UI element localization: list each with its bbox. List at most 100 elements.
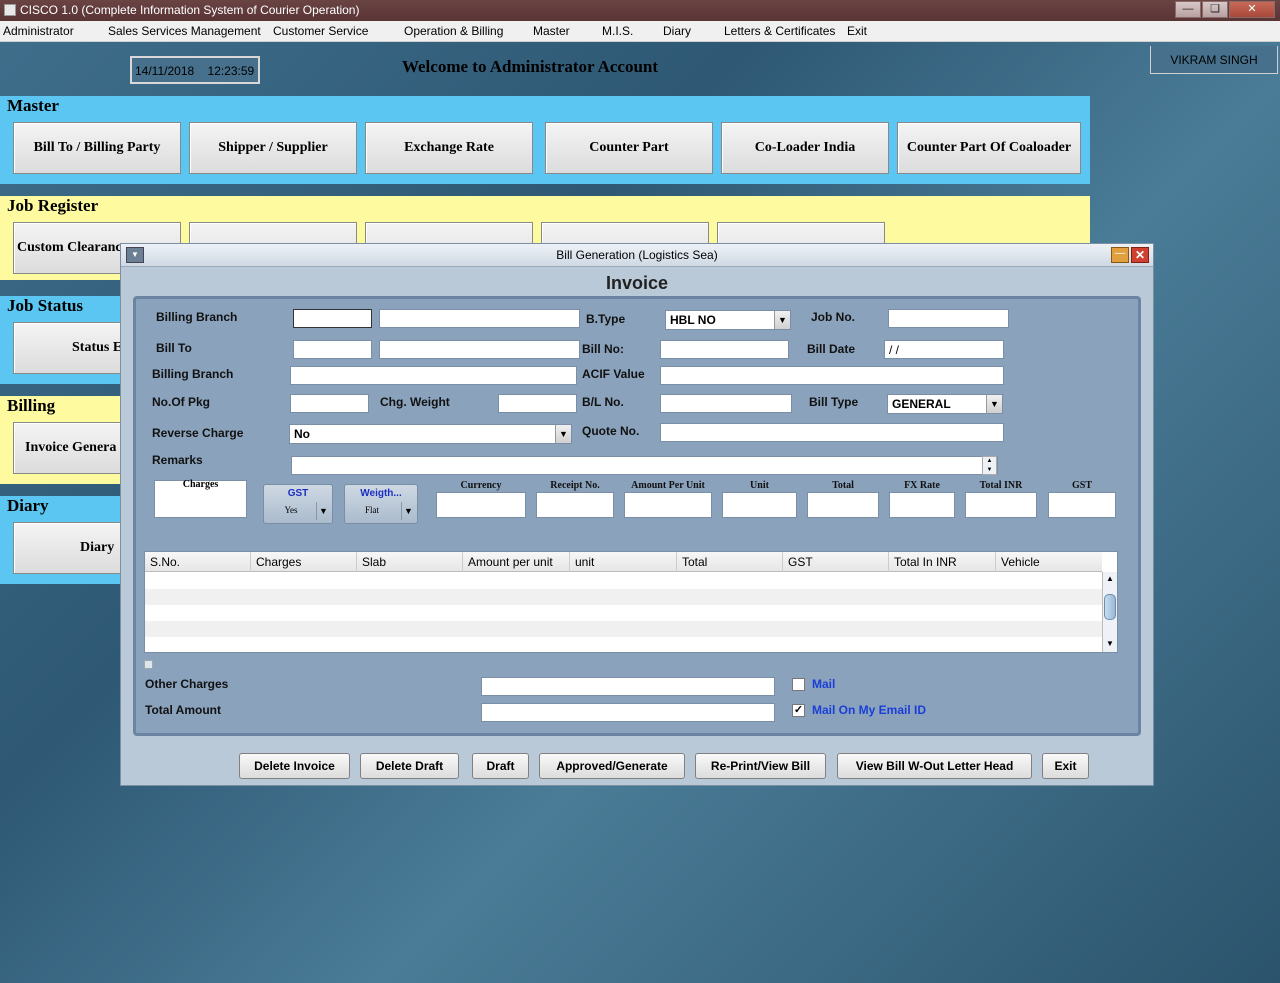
unit-input[interactable] [722, 492, 797, 518]
column-header[interactable]: Slab [357, 552, 463, 572]
diary-button[interactable]: Diary [13, 522, 123, 574]
bill-type-select[interactable]: GENERAL ▼ [887, 394, 1003, 414]
bill-date-field[interactable]: / / [884, 340, 1004, 359]
job-no-field[interactable] [888, 309, 1009, 328]
total-input[interactable] [807, 492, 879, 518]
gst-select-value: Yes [284, 505, 298, 515]
column-header[interactable]: Amount per unit [463, 552, 570, 572]
unit-box[interactable]: Unit [722, 480, 797, 518]
scroll-down-icon[interactable]: ▼ [1103, 638, 1117, 650]
dialog-close-icon[interactable]: ✕ [1131, 247, 1149, 263]
reprint-view-bill-button[interactable]: Re-Print/View Bill [695, 753, 826, 779]
column-header[interactable]: Total [677, 552, 783, 572]
gst-select[interactable]: GST Yes ▼ [263, 484, 333, 524]
other-charges-field[interactable] [481, 677, 775, 696]
delete-draft-button[interactable]: Delete Draft [360, 753, 459, 779]
btype-select[interactable]: HBL NO ▼ [665, 310, 791, 330]
fx-rate-input[interactable] [889, 492, 955, 518]
view-bill-without-letterhead-button[interactable]: View Bill W-Out Letter Head [837, 753, 1032, 779]
amount-per-unit-box[interactable]: Amount Per Unit [624, 480, 712, 518]
scroll-thumb[interactable] [1104, 594, 1116, 620]
chg-weight-field[interactable] [498, 394, 577, 413]
total-box[interactable]: Total [807, 480, 879, 518]
dialog-minimize-icon[interactable]: — [1111, 247, 1129, 263]
bill-type-value: GENERAL [892, 397, 951, 411]
column-header[interactable]: Vehicle [996, 552, 1102, 572]
bill-to-name-field[interactable] [379, 340, 580, 359]
billing-branch-code-field[interactable] [293, 309, 372, 328]
bl-no-field[interactable] [660, 394, 792, 413]
status-button[interactable]: Status E [13, 322, 123, 374]
table-row[interactable] [145, 589, 1102, 605]
currency-input[interactable] [436, 492, 526, 518]
table-row[interactable] [145, 637, 1102, 652]
co-loader-india-button[interactable]: Co-Loader India [721, 122, 889, 174]
menu-customer-service[interactable]: Customer Service [273, 24, 368, 38]
counter-part-button[interactable]: Counter Part [545, 122, 713, 174]
menu-sales-services[interactable]: Sales Services Management [108, 24, 261, 38]
bill-to-billing-party-button[interactable]: Bill To / Billing Party [13, 122, 181, 174]
menu-diary[interactable]: Diary [663, 24, 691, 38]
bill-generation-dialog: Bill Generation (Logistics Sea) ▼ — ✕ In… [120, 243, 1154, 786]
column-header[interactable]: S.No. [145, 552, 251, 572]
receipt-no-input[interactable] [536, 492, 614, 518]
table-scrollbar[interactable]: ▲ ▼ [1102, 572, 1117, 652]
currency-box[interactable]: Currency [436, 480, 526, 518]
weight-select[interactable]: Weigth... Flat ▼ [344, 484, 418, 524]
amount-per-unit-input[interactable] [624, 492, 712, 518]
amount-per-unit-label: Amount Per Unit [631, 480, 705, 491]
charges-entry-box[interactable]: Charges [154, 479, 247, 518]
dialog-menu-icon[interactable]: ▼ [126, 247, 144, 263]
remarks-field[interactable] [291, 456, 998, 475]
bill-no-field[interactable] [660, 340, 789, 359]
menu-operation-billing[interactable]: Operation & Billing [404, 24, 503, 38]
receipt-no-box[interactable]: Receipt No. [536, 480, 614, 518]
quote-no-field[interactable] [660, 423, 1004, 442]
total-amount-field[interactable] [481, 703, 775, 722]
reverse-charge-select[interactable]: No ▼ [289, 424, 572, 444]
minimize-button[interactable]: — [1175, 1, 1201, 18]
resize-handle-icon[interactable] [144, 660, 153, 669]
menu-mis[interactable]: M.I.S. [602, 24, 633, 38]
counter-part-coaloader-button[interactable]: Counter Part Of Coaloader [897, 122, 1081, 174]
billing-branch-name-field[interactable] [379, 309, 580, 328]
column-header[interactable]: Charges [251, 552, 357, 572]
table-row[interactable] [145, 621, 1102, 637]
invoice-generation-button[interactable]: Invoice Genera [13, 422, 123, 474]
scroll-up-icon[interactable]: ▲ [1103, 573, 1117, 585]
exchange-rate-button[interactable]: Exchange Rate [365, 122, 533, 174]
total-inr-box[interactable]: Total INR [965, 480, 1037, 518]
mail-label[interactable]: Mail [812, 677, 835, 691]
gst-amount-input[interactable] [1048, 492, 1116, 518]
menu-exit[interactable]: Exit [847, 24, 867, 38]
exit-button[interactable]: Exit [1042, 753, 1089, 779]
billing-branch-label: Billing Branch [156, 310, 238, 324]
menu-master[interactable]: Master [533, 24, 570, 38]
mail-my-email-label[interactable]: Mail On My Email ID [812, 703, 926, 717]
reverse-charge-value: No [294, 427, 310, 441]
table-row[interactable] [145, 605, 1102, 621]
gst-amount-box[interactable]: GST [1048, 480, 1116, 518]
mail-checkbox[interactable] [792, 678, 805, 691]
approved-generate-button[interactable]: Approved/Generate [539, 753, 685, 779]
menu-letters-certificates[interactable]: Letters & Certificates [724, 24, 835, 38]
shipper-supplier-button[interactable]: Shipper / Supplier [189, 122, 357, 174]
no-of-pkg-field[interactable] [290, 394, 369, 413]
column-header[interactable]: Total In INR [889, 552, 996, 572]
column-header[interactable]: GST [783, 552, 889, 572]
menu-administrator[interactable]: Administrator [3, 24, 74, 38]
table-row[interactable] [145, 573, 1102, 589]
billing-branch-2-field[interactable] [290, 366, 577, 385]
total-inr-input[interactable] [965, 492, 1037, 518]
bill-to-code-field[interactable] [293, 340, 372, 359]
fx-rate-box[interactable]: FX Rate [889, 480, 955, 518]
maximize-button[interactable]: ❏ [1202, 1, 1228, 18]
charges-table[interactable]: S.No. Charges Slab Amount per unit unit … [144, 551, 1118, 653]
draft-button[interactable]: Draft [472, 753, 529, 779]
remarks-spinner[interactable]: ▲ ▼ [982, 456, 997, 475]
close-button[interactable]: ✕ [1229, 1, 1275, 18]
acif-value-field[interactable] [660, 366, 1004, 385]
column-header[interactable]: unit [570, 552, 677, 572]
mail-my-email-checkbox[interactable]: ✓ [792, 704, 805, 717]
delete-invoice-button[interactable]: Delete Invoice [239, 753, 350, 779]
